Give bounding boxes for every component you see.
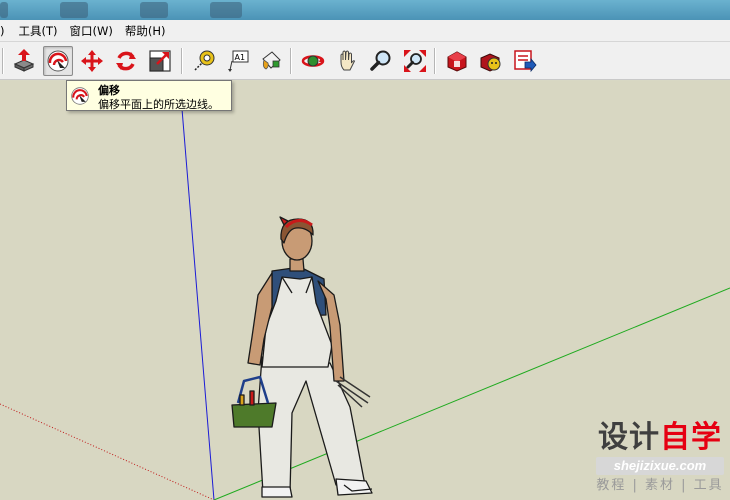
text-label-icon: A1: [228, 50, 249, 72]
blue-axis: [181, 108, 215, 500]
scale-figure[interactable]: [231, 216, 373, 498]
taskbar-thumb[interactable]: [140, 2, 168, 18]
zoom-tool-button[interactable]: [366, 46, 396, 76]
menu-bar: ) 工具(T) 窗口(W) 帮助(H): [0, 20, 730, 42]
text-tool-button[interactable]: A1: [223, 46, 253, 76]
watermark-part2: 自学: [660, 420, 722, 455]
taskbar-strip: [0, 0, 730, 20]
share-model-icon: [514, 50, 537, 73]
toolbar-separator: [434, 48, 436, 74]
3d-warehouse-button[interactable]: [442, 46, 472, 76]
share-model-button[interactable]: [510, 46, 540, 76]
watermark: 设计自学 shejizixue.com 教程 | 素材 | 工具: [596, 421, 724, 494]
toolbar-separator: [290, 48, 292, 74]
watermark-part1: 设计: [598, 420, 660, 455]
orbit-icon: [301, 55, 325, 67]
menu-item-help[interactable]: 帮助(H): [119, 20, 172, 42]
tape-measure-icon: [194, 50, 215, 71]
toolbar-separator: [181, 48, 183, 74]
pan-tool-button[interactable]: [332, 46, 362, 76]
menu-item-tools[interactable]: 工具(T): [13, 20, 64, 42]
move-icon: [81, 50, 103, 72]
menu-item-partial[interactable]: ): [0, 20, 13, 42]
magnifier-icon: [370, 50, 391, 71]
move-tool-button[interactable]: [77, 46, 107, 76]
offset-icon: [71, 87, 89, 105]
offset-tool-button[interactable]: [43, 46, 73, 76]
taskbar-thumb[interactable]: [210, 2, 242, 18]
warehouse-icon: [447, 51, 467, 72]
orbit-tool-button[interactable]: [298, 46, 328, 76]
watermark-tagline: 教程 | 素材 | 工具: [596, 478, 724, 493]
taskbar-thumb[interactable]: [0, 2, 8, 18]
zoom-extents-icon: [404, 50, 426, 72]
scale-icon: [149, 50, 171, 72]
toolbar: A1: [0, 42, 730, 80]
paint-bucket-tool-button[interactable]: [256, 46, 286, 76]
text-tool-glyph: A1: [235, 53, 246, 62]
scale-tool-button[interactable]: [145, 46, 175, 76]
watermark-url: shejizixue.com: [596, 457, 724, 475]
push-pull-icon: [13, 49, 35, 72]
push-pull-tool-button[interactable]: [9, 46, 39, 76]
offset-tooltip: 偏移 偏移平面上的所选边线。: [66, 80, 232, 111]
pan-hand-icon: [340, 50, 356, 71]
offset-icon: [47, 50, 69, 72]
toolbar-separator: [2, 48, 4, 74]
zoom-extents-tool-button[interactable]: [400, 46, 430, 76]
menu-item-window[interactable]: 窗口(W): [64, 20, 119, 42]
red-axis-dotted: [0, 403, 215, 500]
tooltip-description: 偏移平面上的所选边线。: [98, 98, 219, 111]
taskbar-thumb[interactable]: [60, 2, 88, 18]
drawing-viewport[interactable]: 设计自学 shejizixue.com 教程 | 素材 | 工具: [0, 81, 730, 500]
rotate-tool-button[interactable]: [111, 46, 141, 76]
paint-bucket-icon: [262, 51, 281, 70]
tape-measure-tool-button[interactable]: [189, 46, 219, 76]
rotate-icon: [116, 51, 136, 71]
components-icon: [480, 53, 501, 72]
components-button[interactable]: [476, 46, 506, 76]
watermark-logo: 设计自学: [596, 421, 724, 455]
